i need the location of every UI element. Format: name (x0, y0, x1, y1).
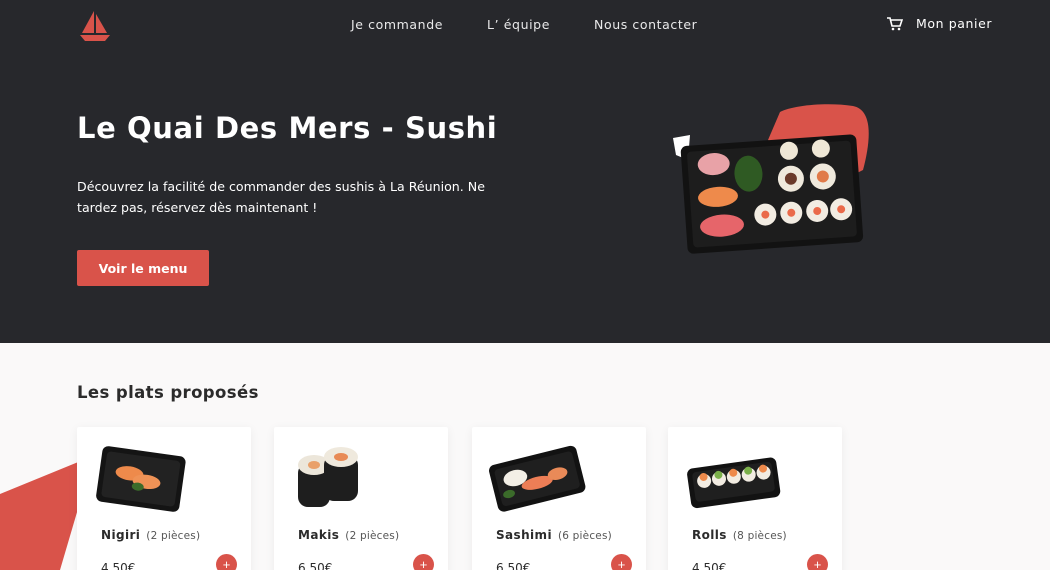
hero-section: Je commande L’ équipe Nous contacter Mon… (0, 0, 1050, 343)
hero-title: Le Quai Des Mers - Sushi (77, 111, 498, 145)
menu-item-title: Nigiri (2 pièces) (101, 528, 200, 542)
sailboat-icon[interactable] (78, 8, 112, 42)
menu-card-sashimi[interactable]: Sashimi (6 pièces) 6.50€ + (472, 427, 646, 570)
menu-item-pieces: (2 pièces) (345, 530, 400, 542)
nav-link-order[interactable]: Je commande (351, 17, 443, 32)
hero-description: Découvrez la facilité de commander des s… (77, 179, 485, 215)
menu-item-name: Nigiri (101, 528, 141, 542)
rolls-image (687, 457, 781, 509)
menu-item-title: Rolls (8 pièces) (692, 528, 787, 542)
view-menu-button[interactable]: Voir le menu (77, 250, 209, 286)
menu-card-makis[interactable]: Makis (2 pièces) 6.50€ + (274, 427, 448, 570)
menu-item-price: 4.50€ (101, 561, 136, 570)
menu-item-name: Rolls (692, 528, 727, 542)
menu-item-pieces: (6 pièces) (557, 530, 612, 542)
makis-image (298, 447, 358, 507)
menu-item-price: 6.50€ (496, 561, 531, 570)
cart-icon (887, 16, 903, 30)
nigiri-image (96, 446, 186, 512)
menu-item-title: Sashimi (6 pièces) (496, 528, 612, 542)
menu-card-nigiri[interactable]: Nigiri (2 pièces) 4.50€ + (77, 427, 251, 570)
cart-button[interactable]: Mon panier (887, 16, 992, 31)
menu-item-pieces: (2 pièces) (146, 530, 201, 542)
menu-item-title: Makis (2 pièces) (298, 528, 399, 542)
sushi-platter-image (673, 104, 869, 254)
menu-item-name: Sashimi (496, 528, 552, 542)
cart-label: Mon panier (916, 16, 993, 31)
menu-item-price: 6.50€ (298, 561, 333, 570)
add-to-cart-button[interactable]: + (216, 554, 237, 570)
main-nav: Je commande L’ équipe Nous contacter (351, 17, 697, 32)
add-to-cart-button[interactable]: + (807, 554, 828, 570)
nav-link-contact[interactable]: Nous contacter (594, 17, 697, 32)
menu-item-price: 4.50€ (692, 561, 727, 570)
add-to-cart-button[interactable]: + (611, 554, 632, 570)
menu-section-title: Les plats proposés (77, 383, 259, 402)
menu-item-name: Makis (298, 528, 340, 542)
nav-link-team[interactable]: L’ équipe (487, 17, 550, 32)
menu-card-rolls[interactable]: Rolls (8 pièces) 4.50€ + (668, 427, 842, 570)
add-to-cart-button[interactable]: + (413, 554, 434, 570)
sashimi-image (489, 445, 586, 512)
menu-item-pieces: (8 pièces) (732, 530, 787, 542)
